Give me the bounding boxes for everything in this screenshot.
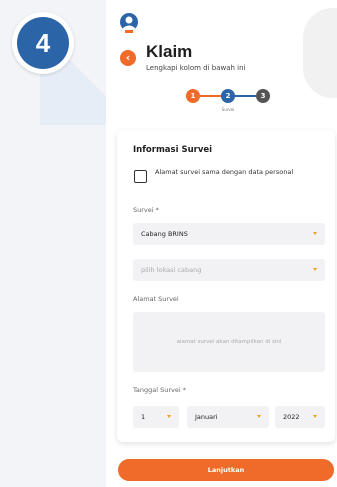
step-dot-2: 2 [221,89,235,103]
survei-value: Cabang BRINS [141,230,188,238]
same-address-checkbox[interactable] [134,170,147,183]
year-select[interactable]: 2022 [275,406,325,428]
month-value: Januari [195,413,218,421]
day-value: 1 [141,413,146,421]
alamat-label: Alamat Survei [133,295,179,303]
continue-button[interactable]: Lanjutkan [118,459,334,481]
survei-select[interactable]: Cabang BRINS [133,223,325,245]
year-value: 2022 [283,413,300,421]
page-subtitle: Lengkapi kolom di bawah ini [146,64,246,72]
tanggal-label: Tanggal Survei * [133,386,186,394]
step-dot-3: 3 [256,89,270,103]
survey-form-card: Informasi Survei Alamat survei sama deng… [117,130,335,442]
step-label-2: Survei [221,107,235,112]
lokasi-placeholder: pilih lokasi cabang [141,266,202,274]
decorative-shape [303,8,337,98]
day-select[interactable]: 1 [133,406,179,428]
page-title: Klaim [146,42,193,61]
chevron-down-icon [313,268,317,271]
survei-label: Survei * [133,206,159,214]
chevron-down-icon [313,415,317,418]
same-address-label: Alamat survei sama dengan data personal [155,168,294,176]
form-heading: Informasi Survei [133,145,213,155]
back-button[interactable]: ‹ [120,50,136,66]
chevron-down-icon [313,232,317,235]
chevron-down-icon [167,415,171,418]
progress-stepper: 1 2 3 Survei [186,86,270,116]
step-number: 4 [17,17,69,69]
lokasi-select[interactable]: pilih lokasi cabang [133,259,325,281]
chevron-left-icon: ‹ [125,51,131,64]
step-number-badge: 4 [12,12,74,74]
alamat-textarea[interactable]: alamat survei akan ditampilkan di sini [133,312,325,372]
chevron-down-icon [257,415,261,418]
month-select[interactable]: Januari [187,406,269,428]
user-avatar-icon[interactable] [119,12,139,34]
step-dot-1: 1 [186,89,200,103]
alamat-placeholder: alamat survei akan ditampilkan di sini [176,339,282,345]
